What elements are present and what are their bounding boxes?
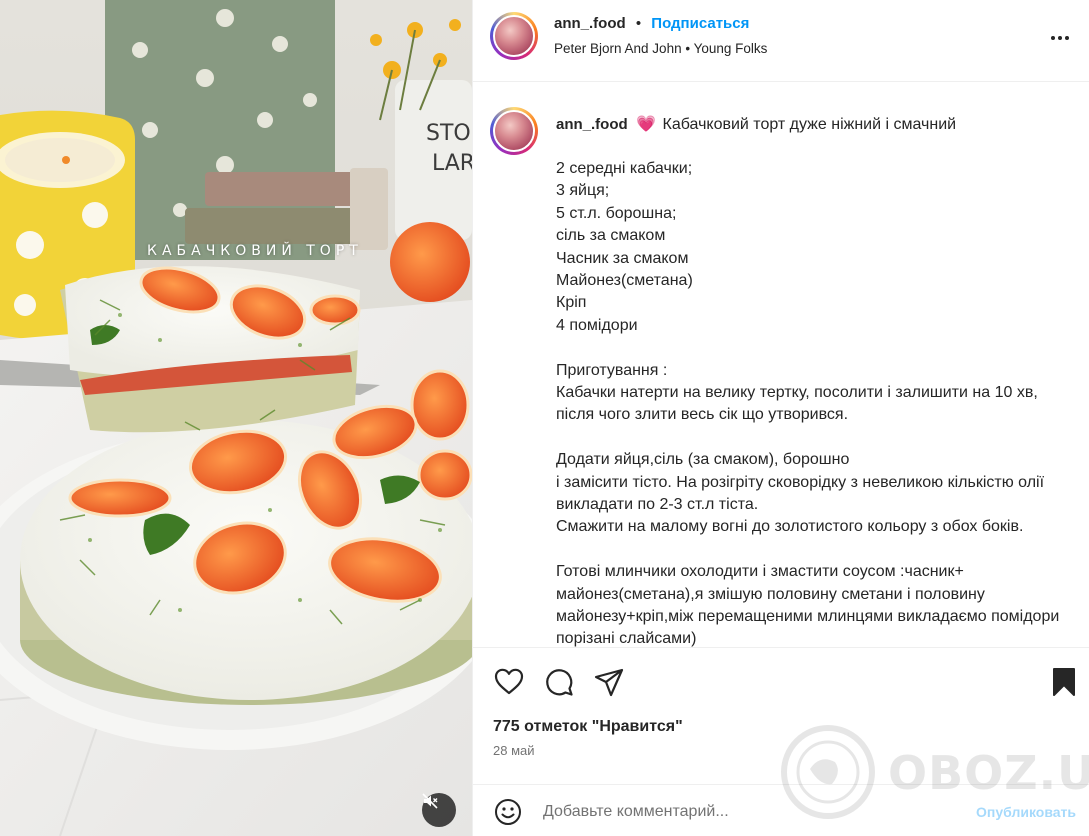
more-options-icon[interactable] <box>1048 26 1072 50</box>
audio-track[interactable]: Young Folks <box>694 41 768 56</box>
caption-preparation: Приготування : Кабачки натерти на велику… <box>556 361 1038 424</box>
publish-button[interactable]: Опубликовать <box>976 804 1076 820</box>
caption-step-sauce: Готові млинчики охолодити і змастити соу… <box>556 563 1064 648</box>
comment-bar: Опубликовать <box>473 784 1089 836</box>
post-header: ann_.food • Подписаться Peter Bjorn And … <box>473 0 1089 82</box>
caption-username[interactable]: ann_.food <box>556 116 628 133</box>
photo-overlay-text: КАБАЧКОВИЙ ТОРТ <box>147 243 363 259</box>
caption-avatar[interactable] <box>490 107 538 155</box>
speaker-muted-icon <box>422 793 438 809</box>
header-separator: • <box>635 15 642 32</box>
likes-count[interactable]: 775 отметок "Нравится" <box>493 718 683 736</box>
post-photo[interactable]: STO LAR КАБАЧКОВИЙ ТОРТ <box>0 0 472 836</box>
caption-area: ann_.food 💗 Кабачковий торт дуже ніжний … <box>473 83 1089 648</box>
mute-button[interactable] <box>422 793 456 827</box>
bookmark-icon[interactable] <box>1048 666 1080 698</box>
zucchini-cake-photo: STO LAR <box>0 0 472 836</box>
action-bar <box>473 660 1089 704</box>
author-avatar[interactable] <box>490 12 538 60</box>
post-date[interactable]: 28 май <box>493 743 535 758</box>
author-username[interactable]: ann_.food <box>554 15 626 32</box>
share-icon[interactable] <box>593 666 625 698</box>
audio-separator: • <box>685 41 691 56</box>
caption-ingredients: 2 середні кабачки; 3 яйця; 5 ст.л. борош… <box>556 160 693 334</box>
svg-text:LAR: LAR <box>432 151 472 176</box>
caption-body: 2 середні кабачки; 3 яйця; 5 ст.л. борош… <box>556 158 1066 648</box>
comment-input[interactable] <box>543 800 943 824</box>
heart-icon[interactable] <box>493 666 525 698</box>
header-user-line: ann_.food • Подписаться <box>554 15 749 32</box>
audio-artist[interactable]: Peter Bjorn And John <box>554 41 682 56</box>
caption-title: Кабачковий торт дуже ніжний і смачний <box>662 116 957 133</box>
post-details-panel: ann_.food • Подписаться Peter Bjorn And … <box>472 0 1089 836</box>
pink-heart-emoji: 💗 <box>636 116 657 133</box>
emoji-icon[interactable] <box>493 797 523 827</box>
caption-first-line: ann_.food 💗 Кабачковий торт дуже ніжний … <box>556 114 956 134</box>
audio-track-line[interactable]: Peter Bjorn And John • Young Folks <box>554 41 767 56</box>
follow-button[interactable]: Подписаться <box>651 15 749 32</box>
svg-text:STO: STO <box>426 121 471 146</box>
comment-icon[interactable] <box>543 666 575 698</box>
caption-step-dough: Додати яйця,сіль (за смаком), борошно і … <box>556 451 1045 536</box>
